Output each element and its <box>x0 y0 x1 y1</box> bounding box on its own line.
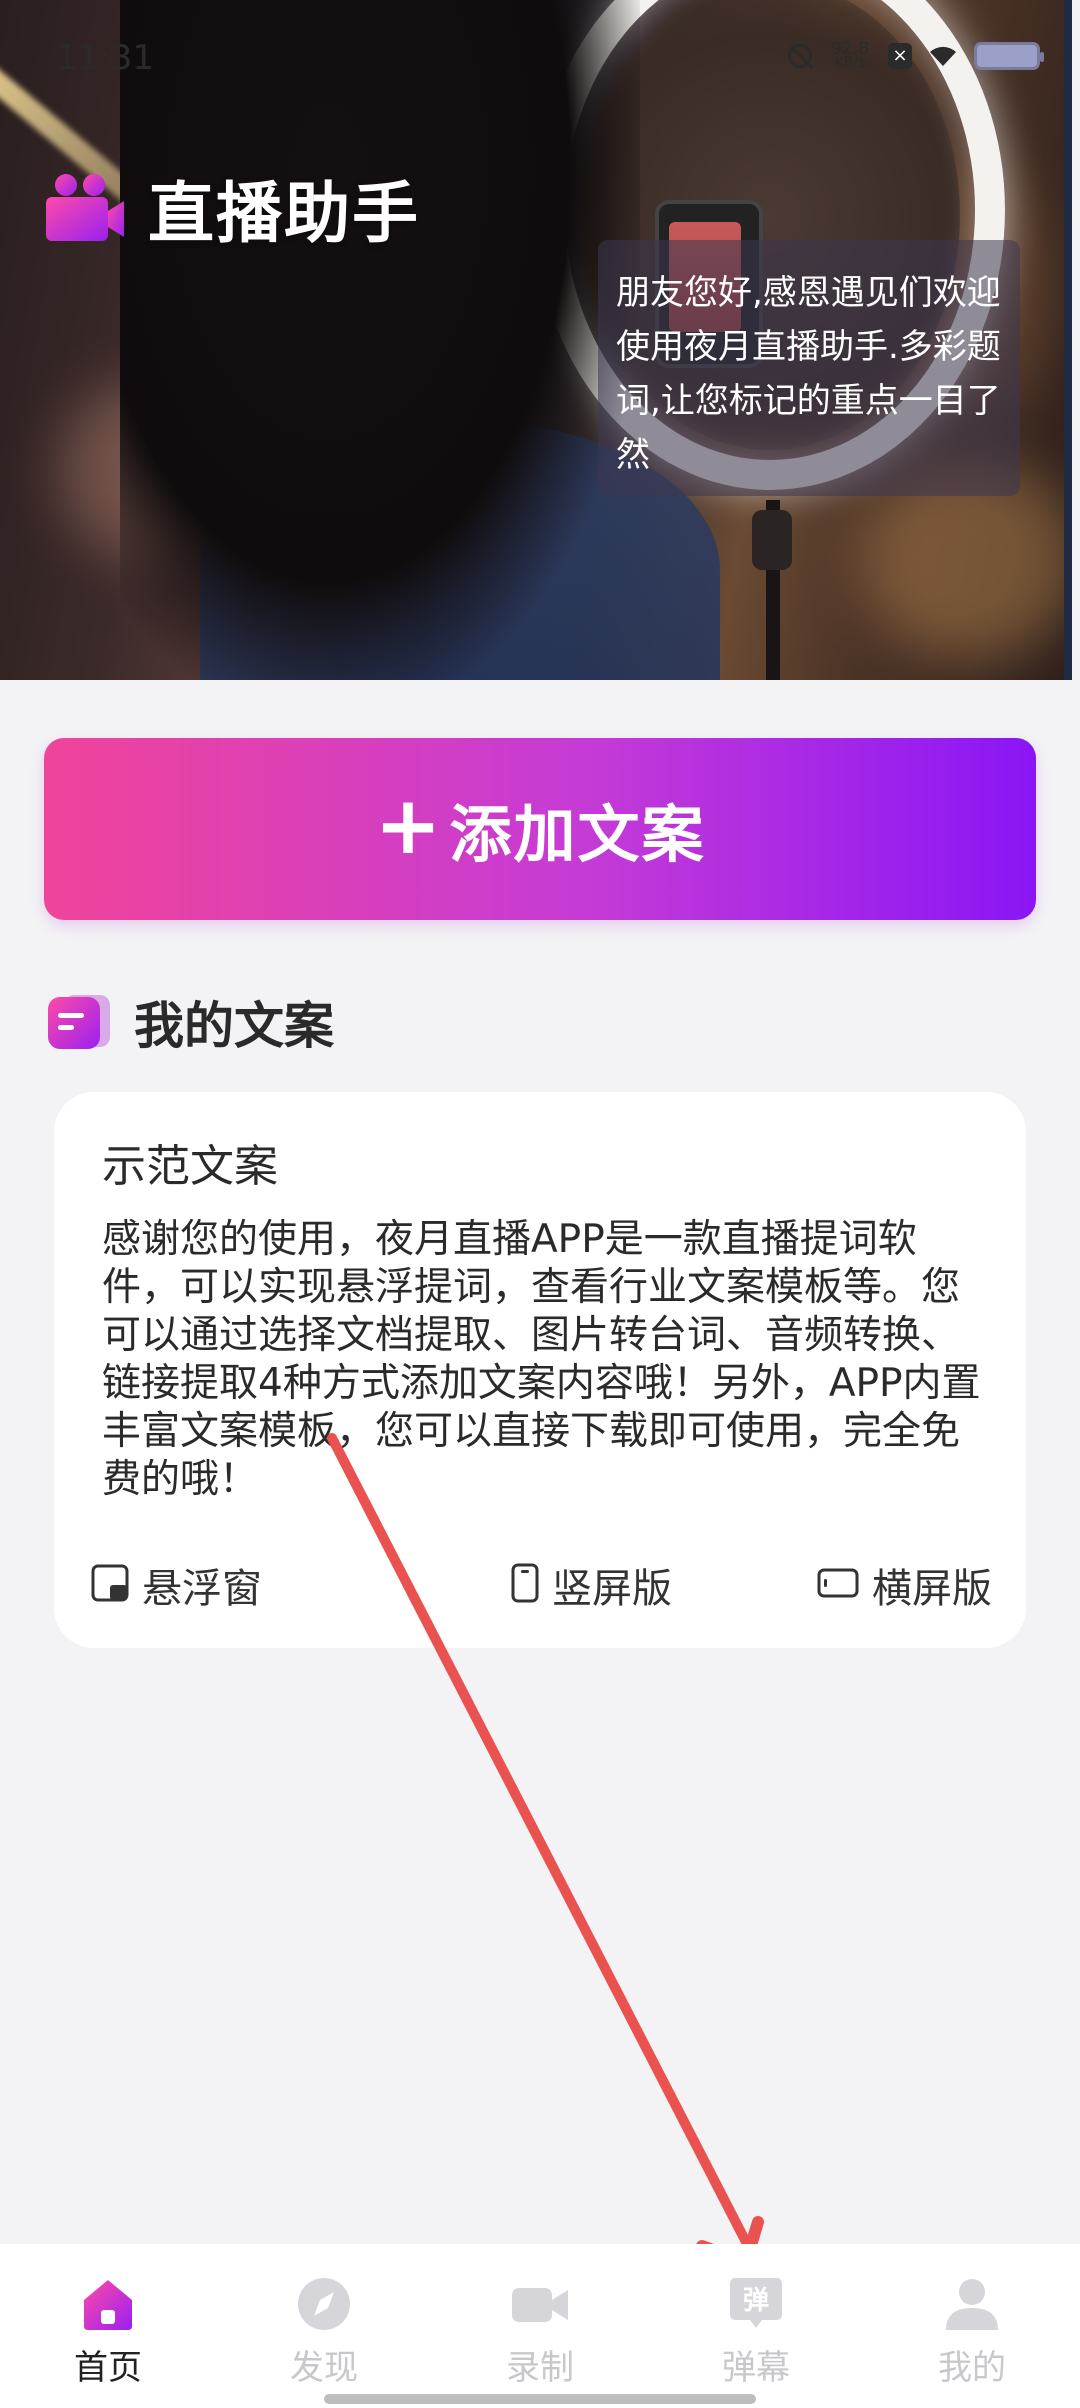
live-camera-icon <box>44 171 126 245</box>
script-body: 感谢您的使用，夜月直播APP是一款直播提词软件，可以实现悬浮提词，查看行业文案模… <box>102 1217 981 1502</box>
floating-window-label: 悬浮窗 <box>142 1566 262 1612</box>
add-script-button[interactable]: + 添加文案 <box>44 738 1036 920</box>
nav-label: 弹幕 <box>722 2348 790 2388</box>
portrait-mode-button[interactable]: 竖屏版 <box>510 1556 672 1614</box>
wifi-icon <box>928 44 958 68</box>
landscape-mode-button[interactable]: 横屏版 <box>816 1556 992 1614</box>
script-card[interactable]: 示范文案 感谢您的使用，夜月直播APP是一款直播提词软件，可以实现悬浮提词，查看… <box>54 1092 1026 1648</box>
floating-window-button[interactable]: 悬浮窗 <box>90 1556 262 1614</box>
script-actions: 悬浮窗 竖屏版 横屏版 <box>90 1556 992 1616</box>
prompter-preview-text: 朋友您好,感恩遇见们欢迎使用夜月直播助手.多彩题词,让您标记的重点一目了然 <box>598 240 1020 496</box>
document-icon <box>46 993 112 1051</box>
plus-icon: + <box>374 779 442 872</box>
bottom-navigation: 首页 发现 录制 弹 弹幕 我的 <box>0 2244 1080 2408</box>
nav-danmaku[interactable]: 弹 弹幕 <box>686 2274 826 2389</box>
my-scripts-header: 我的文案 <box>46 986 334 1058</box>
net-speed: 92.8 KB/s <box>828 39 872 71</box>
nav-discover[interactable]: 发现 <box>254 2274 394 2389</box>
status-bar: 11:31 92.8 KB/s × <box>0 0 1080 130</box>
nav-record[interactable]: 录制 <box>470 2274 610 2389</box>
video-camera-icon <box>510 2274 570 2334</box>
section-title: 我的文案 <box>134 997 334 1055</box>
app-title: 直播助手 <box>148 175 420 252</box>
status-time: 11:31 <box>56 38 154 78</box>
battery-icon <box>974 42 1044 70</box>
net-speed-unit: KB/s <box>834 55 866 71</box>
stand-knob <box>752 510 792 570</box>
danmaku-icon: 弹 <box>726 2274 786 2334</box>
nav-label: 我的 <box>938 2348 1006 2388</box>
danmaku-badge-text: 弹 <box>742 2286 769 2316</box>
nav-home[interactable]: 首页 <box>38 2274 178 2389</box>
script-title: 示范文案 <box>102 1141 278 1192</box>
portrait-mode-label: 竖屏版 <box>552 1566 672 1612</box>
nav-label: 录制 <box>506 2348 574 2388</box>
net-speed-value: 92.8 <box>831 39 869 59</box>
home-indicator[interactable] <box>324 2394 756 2404</box>
mute-icon <box>788 44 812 68</box>
nav-profile[interactable]: 我的 <box>902 2274 1042 2389</box>
status-icons: 92.8 KB/s × <box>788 39 1044 71</box>
profile-icon <box>942 2274 1002 2334</box>
nav-label: 首页 <box>74 2348 142 2388</box>
floating-window-icon <box>90 1563 130 1607</box>
home-icon <box>78 2274 138 2334</box>
app-header: 直播助手 <box>44 160 420 256</box>
landscape-phone-icon <box>816 1567 860 1603</box>
nav-label: 发现 <box>290 2348 358 2388</box>
compass-icon <box>294 2274 354 2334</box>
portrait-phone-icon <box>510 1562 540 1608</box>
add-script-label: 添加文案 <box>449 798 706 871</box>
notification-x-icon: × <box>888 43 912 69</box>
landscape-mode-label: 横屏版 <box>872 1566 992 1612</box>
